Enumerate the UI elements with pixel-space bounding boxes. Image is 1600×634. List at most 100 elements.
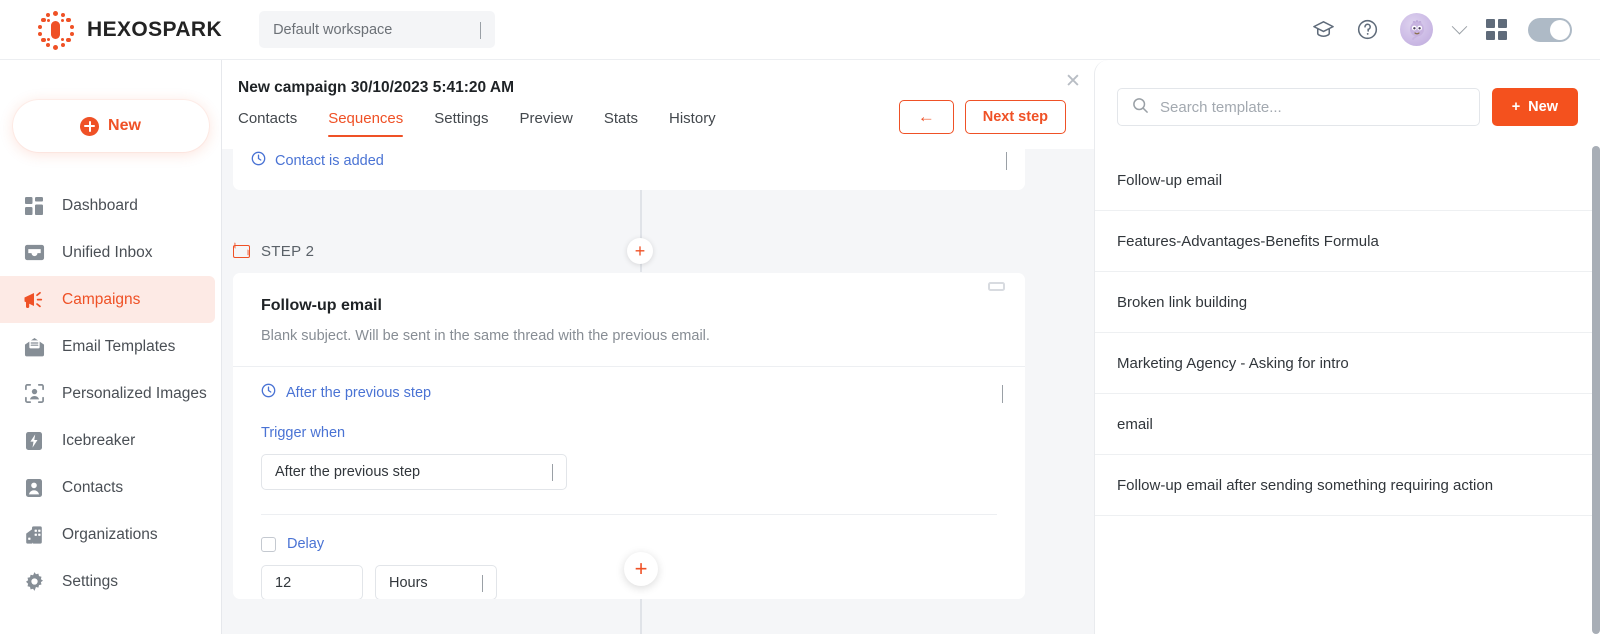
sidebar-item-dashboard[interactable]: Dashboard [0, 182, 215, 229]
list-item[interactable]: email [1095, 394, 1600, 455]
sidebar-item-settings[interactable]: Settings [0, 558, 215, 605]
chevron-down-icon [552, 464, 553, 481]
sidebar-item-email-templates[interactable]: Email Templates [0, 323, 215, 370]
sidebar-item-label: Contacts [62, 478, 124, 496]
next-step-button[interactable]: Next step [964, 100, 1066, 134]
template-name: Follow-up email after sending something … [1117, 476, 1494, 494]
page-title: New campaign 30/10/2023 5:41:20 AM [238, 79, 514, 96]
tab-stats[interactable]: Stats [604, 110, 638, 137]
sidebar-item-contacts[interactable]: Contacts [0, 464, 215, 511]
list-item[interactable]: Follow-up email [1095, 150, 1600, 211]
close-panel-button[interactable]: ✕ [1060, 68, 1086, 94]
theme-toggle[interactable] [1528, 17, 1572, 42]
campaign-canvas: Contact is added STEP 2 + Follow-up emai… [222, 60, 1094, 634]
step-label: STEP 2 [261, 242, 315, 260]
sidebar-item-label: Email Templates [62, 337, 176, 355]
sidebar-item-personalized-images[interactable]: Personalized Images [0, 370, 215, 417]
delay-value-input[interactable]: 12 [261, 565, 363, 599]
previous-step-label: Contact is added [275, 153, 384, 169]
sidebar-item-label: Settings [62, 572, 119, 590]
clock-icon [251, 151, 266, 171]
chevron-down-icon [480, 21, 482, 39]
add-step-button[interactable]: + [627, 238, 653, 264]
dashboard-icon [22, 196, 46, 216]
back-arrow-icon: ← [917, 107, 935, 126]
help-circle-icon[interactable] [1356, 18, 1379, 41]
sidebar-item-icebreaker[interactable]: Icebreaker [0, 417, 215, 464]
sidebar-nav: Dashboard Unified Inbox Campaigns Email … [0, 182, 221, 605]
step-card-header: Follow-up email Blank subject. Will be s… [233, 273, 1025, 344]
chevron-up-icon[interactable] [1002, 385, 1003, 403]
campaign-header: New campaign 30/10/2023 5:41:20 AM Conta… [222, 60, 1094, 149]
search-template-field[interactable]: Search template... [1117, 88, 1480, 126]
new-template-button[interactable]: + New [1491, 88, 1578, 126]
campaign-tabs: Contacts Sequences Settings Preview Stat… [238, 110, 716, 137]
tab-settings[interactable]: Settings [434, 110, 488, 137]
add-step-bottom-label: + [634, 556, 648, 581]
chevron-down-icon [482, 574, 483, 592]
delay-value: 12 [275, 574, 292, 591]
gear-icon [22, 571, 46, 592]
trigger-when-value: After the previous step [275, 464, 421, 480]
inbox-icon [22, 242, 46, 263]
brand-logo[interactable]: HEXOSPARK [36, 10, 222, 50]
back-button[interactable]: ← [898, 100, 954, 134]
trigger-header-label: After the previous step [286, 385, 432, 401]
trigger-section-header[interactable]: After the previous step [233, 367, 1025, 403]
list-item[interactable]: Broken link building [1095, 272, 1600, 333]
step-card-subtitle: Blank subject. Will be sent in the same … [261, 328, 710, 344]
template-name: Follow-up email [1117, 171, 1223, 189]
topbar-actions [1312, 13, 1572, 46]
organization-icon [22, 525, 46, 545]
tab-contacts[interactable]: Contacts [238, 110, 297, 137]
personalized-image-icon [22, 383, 46, 404]
step-card-title: Follow-up email [261, 297, 382, 314]
step-connector-bottom [640, 599, 642, 634]
account-chevron-down-icon[interactable] [1451, 18, 1468, 35]
list-item[interactable]: Marketing Agency - Asking for intro [1095, 333, 1600, 394]
tab-history[interactable]: History [669, 110, 716, 137]
sidebar-item-label: Organizations [62, 525, 158, 543]
sidebar-item-campaigns[interactable]: Campaigns [0, 276, 215, 323]
sidebar-item-organizations[interactable]: Organizations [0, 511, 215, 558]
template-name: email [1117, 415, 1153, 433]
template-name: Marketing Agency - Asking for intro [1117, 354, 1349, 372]
list-item[interactable]: Follow-up email after sending something … [1095, 455, 1600, 516]
sidebar-item-unified-inbox[interactable]: Unified Inbox [0, 229, 215, 276]
plus-circle-icon [80, 116, 100, 136]
search-template-placeholder: Search template... [1160, 98, 1282, 116]
trigger-when-label: Trigger when [261, 425, 346, 441]
template-name: Features-Advantages-Benefits Formula [1117, 232, 1379, 250]
workspace-selector[interactable]: Default workspace [259, 11, 496, 48]
new-button[interactable]: New [12, 100, 209, 152]
workspace-label: Default workspace [273, 21, 393, 38]
graduation-cap-icon[interactable] [1312, 18, 1335, 41]
collapse-handle-icon[interactable] [988, 282, 1005, 291]
template-panel-scrollbar[interactable] [1592, 146, 1600, 634]
sidebar-item-label: Personalized Images [62, 384, 207, 402]
new-button-label: New [108, 117, 141, 134]
trigger-when-select[interactable]: After the previous step [261, 454, 567, 490]
template-search-row: Search template... + New [1095, 60, 1600, 126]
delay-checkbox[interactable] [261, 536, 276, 552]
chevron-down-icon[interactable] [1006, 152, 1007, 170]
sidebar-item-label: Icebreaker [62, 431, 136, 449]
list-item[interactable]: Features-Advantages-Benefits Formula [1095, 211, 1600, 272]
email-template-icon [22, 337, 46, 357]
template-name: Broken link building [1117, 293, 1248, 311]
megaphone-icon [22, 290, 46, 310]
tab-preview[interactable]: Preview [519, 110, 572, 137]
search-icon [1132, 97, 1149, 118]
close-icon: ✕ [1065, 70, 1081, 92]
add-step-bottom-button[interactable]: + [624, 552, 658, 586]
avatar[interactable] [1400, 13, 1433, 46]
delay-unit-select[interactable]: Hours [375, 565, 497, 599]
delay-unit-value: Hours [389, 574, 428, 591]
sidebar-item-label: Dashboard [62, 196, 138, 214]
new-template-label: New [1528, 99, 1558, 115]
grid-apps-icon[interactable] [1486, 19, 1507, 40]
contact-icon [22, 478, 46, 498]
delay-row: Delay [233, 515, 1025, 552]
hexospark-logo-icon [36, 10, 76, 50]
tab-sequences[interactable]: Sequences [328, 110, 404, 137]
